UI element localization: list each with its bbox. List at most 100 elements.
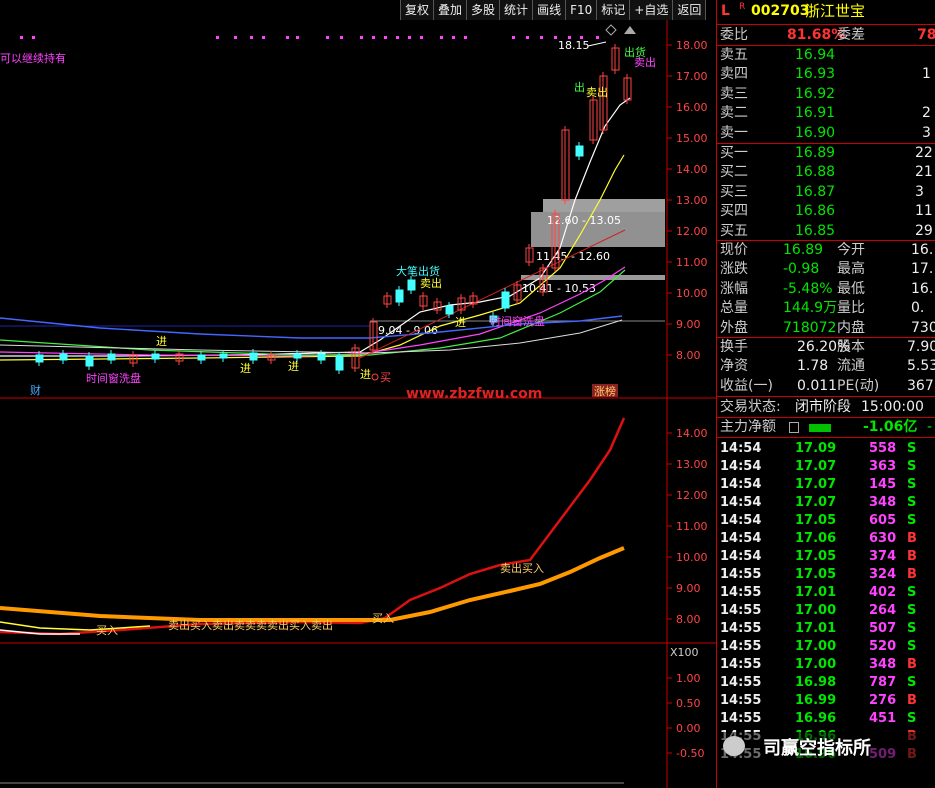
stat-value: 0. [911, 300, 925, 317]
fuquan-button[interactable]: 复权 [400, 0, 434, 20]
tick-price: 17.00 [795, 603, 837, 618]
stat-label: 股本 [837, 339, 865, 355]
list-icon[interactable] [789, 422, 799, 433]
tick-price: 17.06 [795, 531, 837, 546]
indicator-axis-label: 13.00 [676, 458, 708, 471]
brand-overlay: 司赢空指标所 [721, 732, 935, 762]
tick-volume: 363 [869, 459, 897, 474]
candle-body [407, 279, 416, 291]
zone-label: 12.60 - 13.05 [547, 214, 621, 227]
tick-direction: S [907, 711, 917, 726]
multi-stock-button[interactable]: 多股 [466, 0, 500, 20]
stat-value: 0.011 [797, 377, 838, 394]
tick-price: 17.05 [795, 549, 837, 564]
ask-row: 卖五 16.94 [717, 46, 935, 65]
stat-label: PE(动) [837, 377, 880, 394]
weicha-value: 78 [917, 27, 935, 43]
tick-row: 14:54 17.05 374 B [717, 548, 935, 566]
stat-row: 涨幅 -5.48% 最低 16. [717, 280, 935, 299]
tick-volume: 264 [869, 603, 897, 618]
indicator-axis-label: 8.00 [676, 613, 701, 626]
flag-r: R [739, 2, 746, 12]
bid-row: 买三 16.87 3 [717, 183, 935, 202]
stat-label: 净资 [720, 358, 748, 375]
stat-value: 367 [907, 377, 934, 394]
price-axis-label: 17.00 [676, 70, 708, 83]
stat-row: 收益(一) 0.011 PE(动) 367 [717, 377, 935, 396]
indicator-axis: 14.00 13.00 12.00 11.00 10.00 9.00 8.00 [667, 427, 708, 626]
f10-button[interactable]: F10 [565, 0, 597, 20]
add-watchlist-button[interactable]: +自选 [629, 0, 673, 20]
tick-volume: 145 [869, 477, 897, 492]
candle-body [107, 353, 116, 361]
stat-value: 7309 [911, 319, 935, 336]
tick-price: 17.05 [795, 567, 837, 582]
bid-row: 买五 16.85 29 [717, 222, 935, 241]
ind-buy-label: 买入 [96, 624, 118, 637]
status-value: 闭市阶段 [795, 399, 851, 415]
bid-volume: 22 [915, 145, 933, 161]
stats-button[interactable]: 统计 [499, 0, 533, 20]
stat-value: 1.78 [797, 358, 829, 375]
mark-button[interactable]: 标记 [596, 0, 630, 20]
enter-label: 进 [360, 368, 371, 381]
candle-body [219, 353, 228, 359]
enter-label: 进 [156, 335, 167, 348]
tick-direction: B [907, 657, 917, 672]
tick-price: 16.98 [795, 675, 837, 690]
tick-time: 14:55 [720, 603, 762, 618]
stat-row: 换手 26.20% 股本 7.90 [717, 338, 935, 357]
tick-direction: S [907, 513, 917, 528]
candle-body [445, 305, 454, 315]
bid-price: 16.85 [795, 222, 836, 239]
indicator-axis-label: 12.00 [676, 489, 708, 502]
draw-line-button[interactable]: 画线 [532, 0, 566, 20]
zhangbang-label: 涨榜 [594, 384, 616, 398]
bid-volume: 11 [915, 203, 933, 220]
tick-direction: B [907, 567, 917, 582]
wash-label: 时间窗洗盘 [86, 371, 141, 385]
tick-direction: S [907, 603, 917, 618]
overlay-button[interactable]: 叠加 [433, 0, 467, 20]
stat-row: 现价 16.89 今开 16. [717, 241, 935, 260]
price-axis-label: 12.00 [676, 225, 708, 238]
stat-value: -0.98 [783, 261, 820, 278]
stat-row: 净资 1.78 流通 5.53 [717, 357, 935, 376]
ask-volume: 3 [922, 124, 931, 141]
stat-label: 流通 [837, 358, 865, 375]
price-axis-label: 11.00 [676, 256, 708, 269]
candle-body [85, 355, 94, 367]
price-axis: 18.00 17.00 16.00 15.00 14.00 13.00 12.00 11.00… [667, 39, 708, 362]
back-button[interactable]: 返回 [672, 0, 707, 20]
tick-row: 14:54 17.07 145 S [717, 476, 935, 494]
tick-price: 17.07 [795, 495, 837, 510]
tick-price: 16.96 [795, 711, 837, 726]
weibi-row: 委比 81.68% 委差 78 [717, 26, 935, 45]
stock-header: L R 002703 浙江世宝 [717, 2, 935, 22]
tick-direction: S [907, 477, 917, 492]
kline-chart[interactable]: 18.00 17.00 16.00 15.00 14.00 13.00 12.00 11.00… [0, 0, 716, 788]
bid-label: 买一 [720, 145, 748, 161]
tick-time: 14:54 [720, 495, 762, 510]
watermark: www.zbzfwu.com [406, 386, 542, 402]
price-axis-label: 9.00 [676, 318, 701, 331]
price-axis-label: 18.00 [676, 39, 708, 52]
bid-price: 16.87 [795, 183, 836, 200]
up-arrow-icon[interactable] [624, 26, 636, 34]
tick-row: 14:55 16.98 787 S [717, 674, 935, 692]
stat-row: 涨跌 -0.98 最高 17. [717, 260, 935, 279]
stat-label: 量比 [837, 300, 865, 317]
tick-volume: 558 [869, 441, 897, 456]
diamond-icon[interactable] [605, 24, 617, 36]
signal-dots [20, 36, 599, 39]
ask-row: 卖四 16.93 1 [717, 65, 935, 84]
bid-price: 16.86 [795, 203, 836, 220]
brand-text: 司赢空指标所 [763, 738, 871, 759]
tick-price: 17.00 [795, 639, 837, 654]
ask-label: 卖一 [720, 124, 748, 141]
stat-value: 718072 [783, 319, 837, 336]
price-axis-label: 8.00 [676, 349, 701, 362]
tick-time: 14:54 [720, 549, 762, 564]
tick-volume: 276 [869, 693, 897, 708]
tick-volume: 605 [869, 513, 897, 528]
